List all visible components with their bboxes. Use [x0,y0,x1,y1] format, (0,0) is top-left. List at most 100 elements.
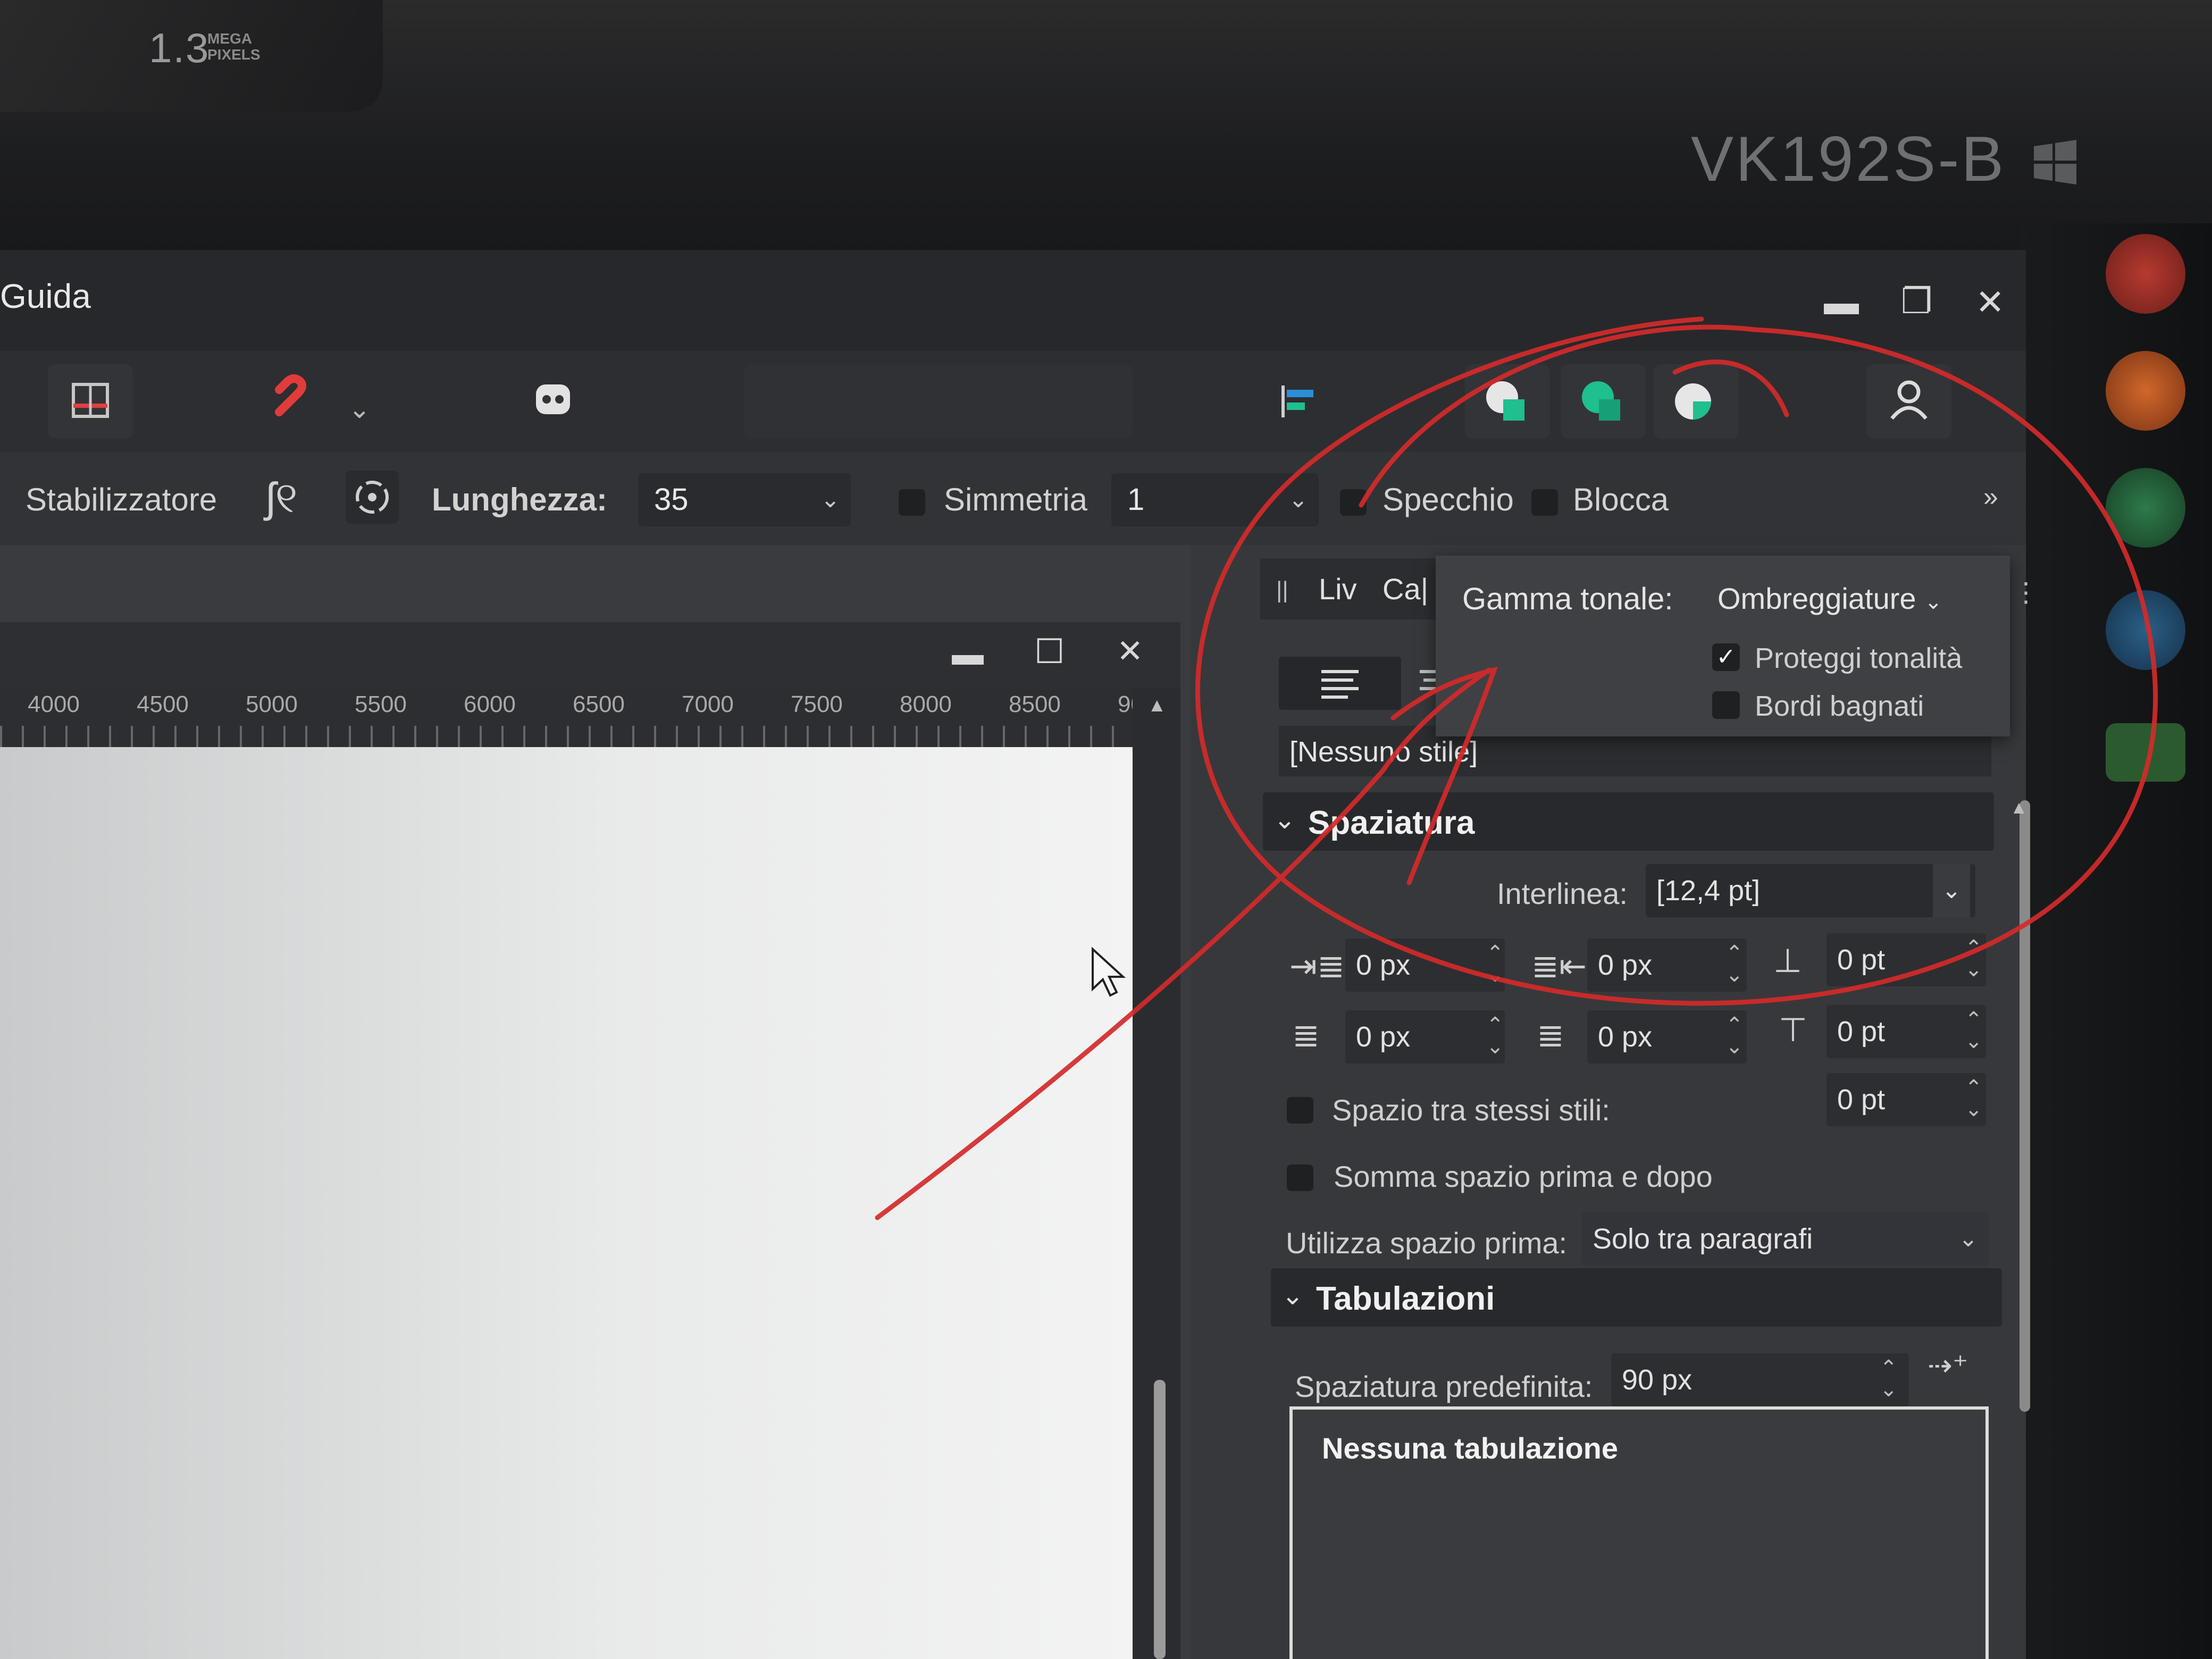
boolean-add-icon [1486,381,1524,421]
webcam-hotkey-icon[interactable] [2106,234,2185,314]
tabs-section-header[interactable]: ⌄ Tabulazioni [1271,1268,2002,1327]
tab-layers[interactable]: Liv [1319,572,1357,606]
document-vertical-scrollbar[interactable]: ▲ [1133,689,1180,1659]
last-line-indent-spinner[interactable]: ⌃ ⌄ [1725,1015,1744,1057]
protect-tones-label: Proteggi tonalità [1755,642,1963,674]
add-tab-stop-icon[interactable]: ⇢⁺ [1928,1348,1968,1383]
symmetry-checkbox[interactable] [899,489,925,516]
use-space-before-value: Solo tra paragrafi [1593,1223,1813,1255]
display-hotkey-icon[interactable] [2106,590,2185,670]
symmetry-label: Simmetria [944,482,1088,517]
space-after-icon: ⊤ [1779,1012,1808,1049]
first-line-indent-icon: ≣ [1292,1017,1320,1054]
first-line-indent-spinner[interactable]: ⌃ ⌄ [1486,1015,1504,1057]
align-tool-button[interactable] [1266,364,1351,439]
boolean-intersect-button[interactable] [1654,364,1739,439]
left-indent-input[interactable]: 0 px [1345,939,1505,992]
magnet-icon [275,374,306,416]
paragraph-style-value: [Nessuno stile] [1289,736,1478,768]
tonal-range-dropdown[interactable]: Ombreggiature ⌄ [1717,581,1942,616]
wet-edges-label: Bordi bagnati [1755,690,1924,722]
document-minimize-button[interactable]: ▬ [952,635,984,672]
brush-options-popup: Gamma tonale: Ombreggiature ⌄ ✓ Proteggi… [1436,556,2039,736]
space-same-styles-spinner[interactable]: ⌃ ⌄ [1965,1077,1983,1120]
space-after-spinner[interactable]: ⌃ ⌄ [1965,1009,1983,1052]
default-tab-spacing-spinner[interactable]: ⌃ ⌄ [1880,1358,1898,1400]
drawing-canvas[interactable] [0,747,1133,1659]
space-before-input[interactable]: 0 pt [1826,933,1986,986]
document-maximize-button[interactable]: ☐ [1034,632,1065,672]
account-button[interactable] [1866,364,1951,439]
window-restore-button[interactable]: ❐ [1901,281,1932,322]
snapping-dropdown-chevron-icon[interactable]: ⌄ [348,393,371,424]
last-line-indent-input[interactable]: 0 px [1587,1010,1747,1063]
use-space-before-dropdown[interactable]: Solo tra paragrafi ⌄ [1582,1212,1989,1266]
tab-stops-list[interactable]: Nessuna tabulazione [1289,1406,1989,1659]
window-minimize-button[interactable]: ▬ [1824,282,1859,322]
rope-mode-icon[interactable]: ʃ୧ [266,473,297,523]
lock-checkbox[interactable] [1531,489,1558,516]
context-toolbar: Stabilizzatore ʃ୧ Lunghezza: 35 ⌄ Simmet… [0,452,2026,545]
panel-scrollbar-thumb[interactable] [2020,800,2030,1412]
document-scrollbar-thumb[interactable] [1154,1380,1166,1659]
sum-spacing-checkbox[interactable] [1287,1164,1313,1191]
text-align-left-icon [1321,670,1359,699]
document-close-button[interactable]: ✕ [1117,633,1143,670]
leading-chevron-icon: ⌄ [1933,864,1970,917]
space-before-icon: ⊥ [1773,943,1803,979]
mouse-pointer-icon [1092,946,1126,997]
window-close-button[interactable]: ✕ [1975,282,2005,323]
space-before-spinner[interactable]: ⌃ ⌄ [1965,937,1983,980]
align-left-icon [1281,386,1313,417]
first-line-indent-input[interactable]: 0 px [1345,1010,1505,1063]
tonal-range-label: Gamma tonale: [1462,582,1673,616]
toolbar-overflow-button[interactable]: » [1983,481,1998,512]
popup-menu-icon[interactable]: ⋮ [2013,577,2039,608]
use-space-before-label: Utilizza spazio prima: [1286,1226,1568,1260]
wet-edges-checkbox[interactable] [1712,691,1740,719]
last-line-indent-icon: ≣ [1537,1017,1564,1054]
right-indent-icon: ≣⇤ [1531,948,1587,985]
panel-grip-handle[interactable]: || [1276,577,1288,604]
scroll-up-arrow-icon[interactable]: ▲ [1147,694,1167,716]
ruler-label: 8000 [900,691,952,717]
panel-scroll-up-arrow-icon[interactable]: ▲ [2010,798,2028,818]
right-indent-input[interactable]: 0 px [1587,939,1747,992]
window-mode-button[interactable] [346,471,399,524]
symmetry-input[interactable]: 1 ⌄ [1111,473,1319,526]
spacing-section-header[interactable]: ⌄ Spaziatura [1263,792,1994,851]
window-title: Guida [0,277,91,315]
main-toolbar: ⌄ [0,351,2026,452]
ruler-label: 6500 [573,691,625,717]
wireless-hotkey-icon[interactable] [2106,468,2185,548]
ruler-label: 6000 [464,691,516,717]
assistant-button[interactable] [510,364,596,439]
mirror-checkbox[interactable] [1340,489,1367,516]
asus-logo-icon [2106,723,2185,782]
boolean-add-button[interactable] [1465,364,1550,439]
symmetry-value: 1 [1127,482,1145,517]
right-indent-spinner[interactable]: ⌃ ⌄ [1725,943,1744,985]
leading-value: [12,4 pt] [1656,875,1761,907]
ruler-label: 7500 [791,691,843,717]
brightness-hotkey-icon[interactable] [2106,351,2185,431]
space-after-input[interactable]: 0 pt [1826,1005,1986,1058]
snapping-button[interactable] [255,364,340,439]
crop-tool-button[interactable] [48,364,133,439]
document-titlebar: ▬ ☐ ✕ [0,622,1180,689]
space-same-styles-input[interactable]: 0 pt [1826,1073,1986,1126]
length-input[interactable]: 35 ⌄ [638,473,851,526]
protect-tones-checkbox[interactable]: ✓ [1712,643,1740,671]
leading-dropdown[interactable]: [12,4 pt] ⌄ [1646,864,1975,917]
spacing-section-title: Spaziatura [1308,805,1475,841]
monitor-bezel-right [2021,223,2212,1659]
tabs-collapse-chevron-icon: ⌄ [1281,1280,1304,1310]
boolean-subtract-button[interactable] [1561,364,1646,439]
default-tab-spacing-input[interactable]: 90 px [1611,1353,1909,1406]
horizontal-ruler[interactable]: 4000 4500 5000 5500 6000 6500 7000 7500 8000 8500… [0,689,1150,747]
align-left-text-button[interactable] [1279,657,1401,710]
tab-characters[interactable]: Ca| [1382,572,1428,606]
stabilizer-label: Stabilizzatore [26,482,217,517]
left-indent-spinner[interactable]: ⌃ ⌄ [1486,943,1504,985]
space-same-styles-checkbox[interactable] [1287,1097,1313,1124]
